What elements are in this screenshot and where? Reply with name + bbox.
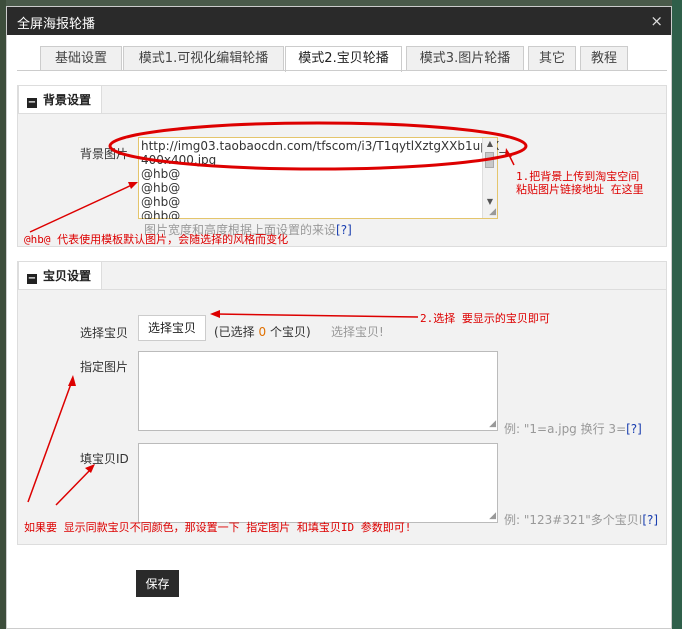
textarea-line: @hb@	[141, 209, 181, 219]
background-image-label: 背景图片	[80, 147, 129, 161]
textarea-scrollbar[interactable]: ▲ ▼	[482, 138, 497, 218]
annotation-hb-default: @hb@ 代表使用模板默认图片，会随选择的风格而变化	[24, 233, 289, 246]
selected-count-text: (已选择 0 个宝贝)	[214, 323, 311, 340]
title-bar: 全屏海报轮播 ×	[7, 7, 671, 35]
collapse-icon[interactable]: −	[27, 98, 37, 108]
background-image-textarea[interactable]: http://img03.taobaocdn.com/tfscom/i3/T1q…	[138, 137, 505, 219]
background-help-link[interactable]: [?]	[336, 223, 352, 237]
textarea-line: @hb@	[141, 181, 181, 195]
item-id-hint-text: 例: "123#321"多个宝贝I	[504, 513, 643, 527]
item-settings-title: 宝贝设置	[43, 269, 92, 283]
item-settings-header[interactable]: − 宝贝设置	[18, 261, 103, 290]
collapse-icon[interactable]: −	[27, 274, 37, 284]
selected-count: 0	[258, 325, 267, 339]
textarea-line: @hb@	[141, 195, 181, 209]
close-icon[interactable]: ×	[650, 12, 663, 30]
tab-mode1[interactable]: 模式1.可视化编辑轮播	[123, 46, 284, 70]
textarea-line: http://img03.taobaocdn.com/tfscom/i3/T1q…	[141, 139, 506, 153]
item-id-help-link[interactable]: [?]	[642, 513, 658, 527]
save-button[interactable]: 保存	[136, 570, 179, 597]
dialog-window: 全屏海报轮播 × 基础设置 模式1.可视化编辑轮播 模式2.宝贝轮播 模式3.图…	[6, 6, 672, 629]
assign-image-label: 指定图片	[80, 360, 129, 374]
item-id-label: 填宝贝ID	[80, 452, 129, 466]
assign-image-textarea[interactable]: ◢	[138, 351, 498, 431]
background-right	[672, 0, 682, 629]
selected-ghost-text: 选择宝贝!	[331, 325, 384, 339]
textarea-line: @hb@	[141, 167, 181, 181]
item-settings-panel: − 宝贝设置 选择宝贝 选择宝贝 (已选择 0 个宝贝) 选择宝贝! 指定图片 ◢…	[17, 261, 667, 545]
assign-image-hint-text: 例: "1=a.jpg 换行 3=	[504, 422, 627, 436]
annotation-select: 2.选择 要显示的宝贝即可	[420, 312, 550, 325]
item-id-textarea[interactable]: ◢	[138, 443, 498, 523]
scroll-thumb[interactable]	[485, 152, 494, 168]
tab-basic-settings[interactable]: 基础设置	[40, 46, 122, 70]
background-settings-title: 背景设置	[43, 93, 92, 107]
selected-suffix: 个宝贝)	[266, 325, 311, 339]
background-settings-panel: − 背景设置 背景图片 http://img03.taobaocdn.com/tf…	[17, 85, 667, 247]
annotation-colors: 如果要 显示同款宝贝不同颜色，那设置一下 指定图片 和填宝贝ID 参数即可!	[24, 521, 412, 534]
tab-other[interactable]: 其它	[528, 46, 576, 70]
select-item-label: 选择宝贝	[80, 326, 129, 340]
select-item-button[interactable]: 选择宝贝	[138, 315, 206, 341]
dialog-title: 全屏海报轮播	[17, 17, 96, 32]
assign-image-hint: 例: "1=a.jpg 换行 3=[?]	[504, 420, 642, 437]
resize-grip-icon[interactable]: ◢	[489, 419, 496, 429]
resize-grip-icon[interactable]: ◢	[489, 207, 496, 217]
textarea-line: 400x400.jpg	[141, 153, 217, 167]
tab-tutorial[interactable]: 教程	[580, 46, 628, 70]
annotation-upload-2: 粘贴图片链接地址 在这里	[516, 183, 644, 196]
assign-image-help-link[interactable]: [?]	[626, 422, 642, 436]
item-id-hint: 例: "123#321"多个宝贝I[?]	[504, 511, 658, 528]
tab-mode3[interactable]: 模式3.图片轮播	[406, 46, 524, 70]
tab-mode2[interactable]: 模式2.宝贝轮播	[285, 46, 402, 72]
resize-grip-icon[interactable]: ◢	[489, 511, 496, 521]
background-settings-header[interactable]: − 背景设置	[18, 85, 103, 114]
tab-divider	[17, 70, 667, 71]
scroll-up-icon[interactable]: ▲	[483, 138, 497, 150]
selected-prefix: (已选择	[214, 325, 259, 339]
